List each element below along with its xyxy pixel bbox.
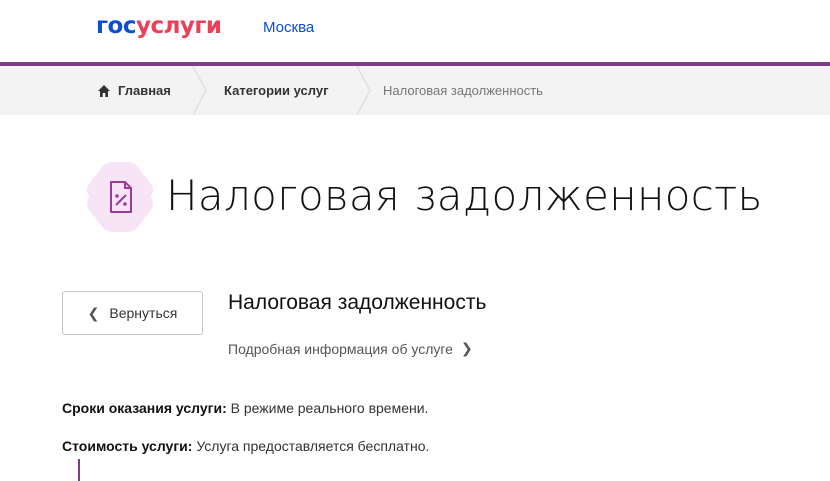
term-value: В режиме реального времени. <box>230 400 429 416</box>
cost-label: Стоимость услуги: <box>62 438 193 454</box>
tax-document-icon <box>87 162 153 232</box>
gosuslugi-logo[interactable]: госуслуги <box>96 13 222 39</box>
city-selector[interactable]: Москва <box>263 19 314 36</box>
cost-value: Услуга предоставляется бесплатно. <box>196 438 430 454</box>
term-label: Сроки оказания услуги: <box>62 400 227 416</box>
breadcrumb-current: Налоговая задолженность <box>383 83 543 98</box>
back-button[interactable]: ❮ Вернуться <box>62 291 203 335</box>
chevron-left-icon: ❮ <box>87 304 100 321</box>
section-accent-bar <box>78 459 80 481</box>
service-title: Налоговая задолженность <box>228 291 487 314</box>
breadcrumb-separator-icon <box>192 66 207 115</box>
home-icon <box>98 84 110 97</box>
site-header: госуслуги Москва <box>0 0 830 62</box>
breadcrumb-home[interactable]: Главная <box>97 66 171 115</box>
service-details-link[interactable]: Подробная информация об услуге ❯ <box>228 340 473 357</box>
service-cost-row: Стоимость услуги: Услуга предоставляется… <box>62 438 429 454</box>
page-title: Налоговая задолженность <box>166 171 763 220</box>
breadcrumb: Главная Категории услуг Налоговая задолж… <box>0 66 830 115</box>
breadcrumb-separator-icon <box>356 66 371 115</box>
service-term-row: Сроки оказания услуги: В режиме реальног… <box>62 400 428 416</box>
chevron-right-icon: ❯ <box>460 340 473 356</box>
breadcrumb-categories[interactable]: Категории услуг <box>224 66 329 115</box>
